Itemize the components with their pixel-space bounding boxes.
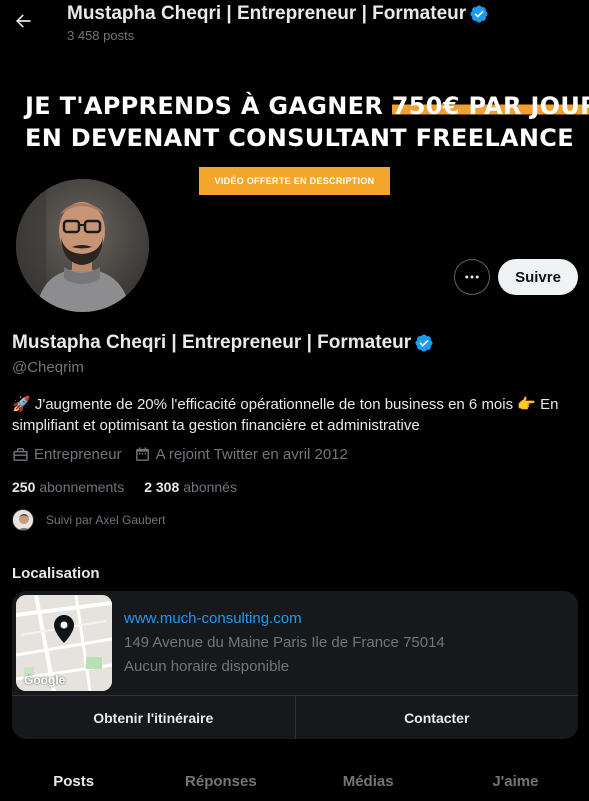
profile-header: Mustapha Cheqri | Entrepreneur | Formate… [0, 0, 589, 48]
banner-headline-line1: JE T'APPRENDS À GAGNER 750€ PAR JOUR [25, 92, 589, 120]
profile-category: Entrepreneur [12, 446, 122, 463]
profile-bio: 🚀 J'augmente de 20% l'efficacité opérati… [12, 394, 582, 436]
business-hours: Aucun horaire disponible [124, 658, 290, 675]
header-name: Mustapha Cheqri | Entrepreneur | Formate… [67, 3, 467, 24]
location-card: Google www.much-consulting.com 149 Avenu… [12, 591, 578, 739]
directions-button[interactable]: Obtenir l'itinéraire [12, 696, 295, 739]
back-arrow-icon [16, 14, 31, 28]
calendar-icon [135, 447, 149, 461]
more-options-button[interactable] [454, 259, 490, 295]
website-link[interactable]: www.much-consulting.com [124, 610, 302, 627]
profile-handle: @Cheqrim [12, 359, 84, 376]
pointing-hand-emoji-icon: 👉 [517, 396, 536, 413]
tab-likes[interactable]: J'aime [442, 761, 589, 801]
map-provider-label: Google [24, 673, 66, 687]
location-map[interactable]: Google [16, 595, 112, 691]
following-label: abonnements [39, 479, 125, 495]
followed-by-text: Suivi par Axel Gaubert [46, 513, 166, 527]
business-address: 149 Avenue du Maine Paris Ile de France … [124, 634, 445, 651]
followers-link[interactable]: 2 308 abonnés [144, 479, 237, 495]
bio-text-part1: J'augmente de 20% l'efficacité opération… [30, 396, 518, 413]
tab-replies[interactable]: Réponses [147, 761, 294, 801]
rocket-emoji-icon: 🚀 [12, 396, 31, 413]
posts-count: 3 458 posts [67, 28, 135, 43]
followers-label: abonnés [183, 479, 237, 495]
join-date-label: A rejoint Twitter en avril 2012 [155, 446, 348, 463]
avatar-portrait [16, 179, 149, 312]
following-link[interactable]: 250 abonnements [12, 479, 124, 495]
follow-button[interactable]: Suivre [498, 259, 578, 295]
location-actions: Obtenir l'itinéraire Contacter [12, 695, 578, 739]
profile-name-text: Mustapha Cheqri | Entrepreneur | Formate… [12, 332, 412, 353]
banner-line1-highlight: 750€ PAR JOUR [391, 92, 589, 120]
tab-posts[interactable]: Posts [0, 761, 147, 801]
back-button[interactable] [10, 8, 36, 34]
profile-avatar[interactable] [12, 175, 153, 316]
location-section-title: Localisation [12, 565, 100, 582]
verified-badge-icon[interactable] [414, 333, 434, 353]
banner-headline-line2: EN DEVENANT CONSULTANT FREELANCE [25, 124, 574, 152]
follower-avatar [12, 509, 34, 531]
banner-line1-text: JE T'APPRENDS À GAGNER [25, 92, 392, 120]
followers-count: 2 308 [144, 479, 180, 495]
profile-join-date: A rejoint Twitter en avril 2012 [134, 446, 348, 463]
tab-media[interactable]: Médias [295, 761, 442, 801]
banner-cta: VIDÉO OFFERTE EN DESCRIPTION [199, 167, 390, 195]
more-dots-icon [465, 275, 479, 279]
followed-by-link[interactable]: Suivi par Axel Gaubert [12, 509, 165, 531]
profile-meta: Entrepreneur A rejoint Twitter en avril … [12, 446, 360, 463]
header-title: Mustapha Cheqri | Entrepreneur | Formate… [67, 3, 489, 25]
profile-tabs: Posts Réponses Médias J'aime [0, 761, 589, 801]
category-label: Entrepreneur [34, 446, 122, 463]
profile-name: Mustapha Cheqri | Entrepreneur | Formate… [12, 332, 434, 354]
briefcase-icon [13, 448, 28, 461]
contact-button[interactable]: Contacter [294, 696, 579, 739]
follow-counts: 250 abonnements 2 308 abonnés [12, 479, 257, 495]
verified-badge-icon [470, 5, 488, 23]
following-count: 250 [12, 479, 36, 495]
